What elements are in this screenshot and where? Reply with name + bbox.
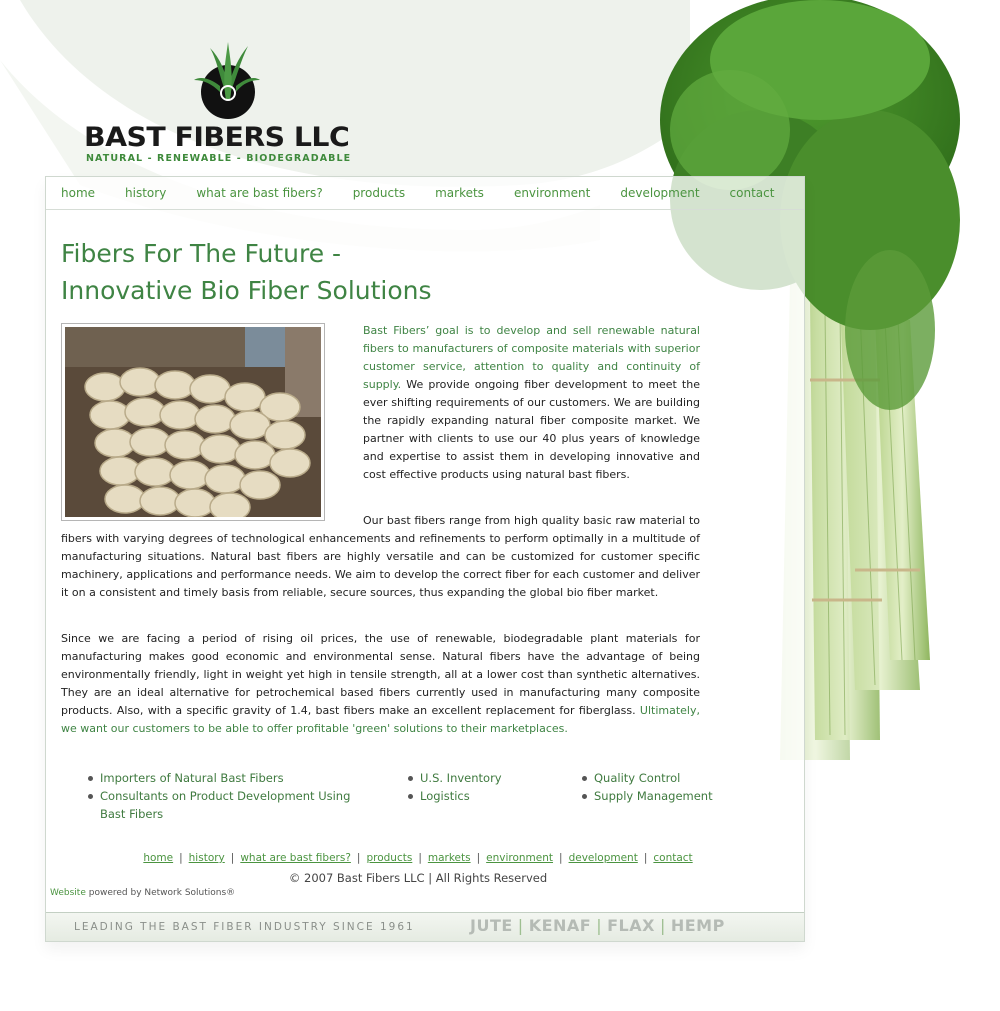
banner-separator: |	[596, 916, 603, 935]
footer-navigation: home | history | what are bast fibers? | produ…	[46, 852, 790, 864]
footer-separator: |	[356, 852, 361, 864]
footer-separator: |	[643, 852, 648, 864]
plant-logo-icon	[194, 42, 260, 119]
banner-separator: |	[659, 916, 666, 935]
nav-environment[interactable]: environment	[514, 186, 590, 200]
top-navigation: home history what are bast fibers? produ…	[46, 177, 804, 210]
list-item: Logistics	[406, 787, 556, 805]
main-panel: home history what are bast fibers? produ…	[45, 176, 805, 942]
environment-text: Since we are facing a period of rising o…	[61, 632, 700, 717]
footer-link-markets[interactable]: markets	[428, 852, 471, 864]
banner-fiber-types: JUTE | KENAF | FLAX | HEMP	[470, 916, 725, 935]
nav-what-are-bast-fibers[interactable]: what are bast fibers?	[196, 186, 322, 200]
intro-paragraph: Bast Fibers’ goal is to develop and sell…	[363, 322, 700, 484]
fiber-bundles-photo	[65, 327, 321, 517]
list-item: Quality Control	[580, 769, 730, 787]
footer-link-products[interactable]: products	[366, 852, 412, 864]
company-logo[interactable]: BAST FIBERS LLC NATURAL - RENEWABLE - BI…	[84, 40, 374, 170]
footer-separator: |	[230, 852, 235, 864]
footer-link-what-are-bast-fibers[interactable]: what are bast fibers?	[240, 852, 351, 864]
fibers-paragraph: Our bast fibers range from high quality …	[61, 514, 700, 599]
nav-products[interactable]: products	[353, 186, 405, 200]
services-column-2: U.S. Inventory Logistics	[406, 769, 556, 805]
nav-development[interactable]: development	[620, 186, 699, 200]
footer-link-development[interactable]: development	[569, 852, 638, 864]
banner-separator: |	[517, 916, 524, 935]
list-item: U.S. Inventory	[406, 769, 556, 787]
banner-fiber-flax: FLAX	[607, 916, 655, 935]
footer-link-environment[interactable]: environment	[486, 852, 553, 864]
nav-contact[interactable]: contact	[730, 186, 775, 200]
services-column-3: Quality Control Supply Management	[580, 769, 730, 805]
powered-by-text: powered by Network Solutions®	[85, 888, 236, 898]
footer-link-contact[interactable]: contact	[653, 852, 692, 864]
banner-fiber-hemp: HEMP	[670, 916, 725, 935]
banner-fiber-kenaf: KENAF	[528, 916, 592, 935]
footer-link-home[interactable]: home	[143, 852, 173, 864]
footer-separator: |	[476, 852, 481, 864]
page-headline: Fibers For The Future - Innovative Bio F…	[61, 235, 432, 309]
logo-tagline: NATURAL - RENEWABLE - BIODEGRADABLE	[86, 153, 352, 164]
powered-by: Website powered by Network Solutions®	[50, 888, 235, 898]
environment-paragraph: Since we are facing a period of rising o…	[61, 630, 700, 738]
headline-line-2: Innovative Bio Fiber Solutions	[61, 276, 432, 305]
nav-markets[interactable]: markets	[435, 186, 484, 200]
list-item: Importers of Natural Bast Fibers	[86, 769, 376, 787]
headline-line-1: Fibers For The Future -	[61, 239, 342, 268]
footer-link-history[interactable]: history	[189, 852, 225, 864]
services-column-1: Importers of Natural Bast Fibers Consult…	[86, 769, 376, 823]
list-item: Consultants on Product Development Using…	[86, 787, 376, 823]
nav-home[interactable]: home	[61, 186, 95, 200]
footer-separator: |	[559, 852, 563, 864]
banner-slogan: LEADING THE BAST FIBER INDUSTRY SINCE 19…	[74, 921, 415, 933]
fiber-photo-frame	[61, 323, 325, 521]
logo-name: BAST FIBERS LLC	[84, 122, 350, 153]
nav-history[interactable]: history	[125, 186, 166, 200]
website-link[interactable]: Website	[50, 888, 86, 898]
footer-banner: LEADING THE BAST FIBER INDUSTRY SINCE 19…	[46, 912, 804, 941]
banner-fiber-jute: JUTE	[470, 916, 513, 935]
list-item: Supply Management	[580, 787, 730, 805]
footer-separator: |	[179, 852, 183, 864]
intro-rest: We provide ongoing fiber development to …	[363, 378, 700, 481]
footer-separator: |	[418, 852, 422, 864]
copyright-text: © 2007 Bast Fibers LLC | All Rights Rese…	[288, 871, 548, 885]
